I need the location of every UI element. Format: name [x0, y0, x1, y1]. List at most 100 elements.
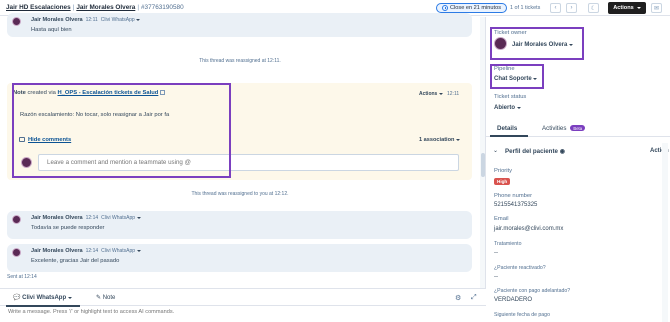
eye-icon: ◉: [559, 148, 566, 155]
breadcrumb-separator: |: [72, 4, 75, 11]
note-prefix: Note: [13, 90, 26, 97]
message-bubble: Jair Morales Olvera 12:11 Clivi WhatsApp H…: [7, 13, 472, 37]
message-channel: Clivi WhatsApp: [101, 215, 136, 221]
moon-icon[interactable]: ☾: [588, 3, 599, 13]
owner-dropdown[interactable]: Jair Morales Olvera: [512, 42, 574, 48]
breadcrumb-separator: |: [137, 4, 139, 11]
workflow-link[interactable]: H_OPS - Escalación tickets de Salud: [58, 90, 159, 96]
status-label: Ticket status: [494, 94, 527, 100]
tab-activities[interactable]: Activities Beta: [542, 125, 586, 132]
chevron-left-icon[interactable]: ‹: [550, 3, 561, 13]
chevron-down-icon[interactable]: [136, 217, 141, 219]
phone-value[interactable]: 5215541375325: [494, 202, 537, 208]
avatar: [21, 157, 32, 168]
chevron-down-icon: [569, 44, 574, 46]
priority-label: Priority: [494, 168, 513, 174]
pipeline-value: Chat Soporte: [494, 76, 532, 82]
chevron-down-icon[interactable]: [136, 250, 141, 252]
message-text: Excelente, gracias Jair del pasado: [31, 258, 120, 264]
sent-at-text: Sent at 12:14: [7, 274, 37, 280]
breadcrumb-pipeline-link[interactable]: Jair HD Escalaciones: [6, 4, 71, 11]
avatar: [494, 37, 507, 50]
breadcrumb: Jair HD Escalaciones | Jair Morales Olvera…: [6, 4, 184, 11]
chevron-down-icon[interactable]: [136, 19, 141, 21]
tab-details[interactable]: Details: [497, 125, 517, 132]
associations-dropdown[interactable]: 1 association: [419, 137, 461, 143]
tab-activities-label: Activities: [542, 125, 567, 132]
comment-input[interactable]: [38, 154, 459, 171]
section-title-text: Perfil del paciente: [505, 148, 558, 155]
message-author: Jair Morales Olvera: [31, 248, 83, 254]
message-composer-input[interactable]: [8, 309, 478, 315]
message-channel: Clivi WhatsApp: [101, 248, 136, 254]
note-time: 12:11: [447, 91, 460, 97]
owner-label: Ticket owner: [494, 30, 527, 36]
next-payment-label: Siguiente fecha de pago: [494, 312, 550, 318]
hide-comments-label: Hide comments: [28, 137, 72, 144]
close-timer-badge[interactable]: Close en 21 minutos: [436, 3, 507, 13]
treatment-value[interactable]: --: [494, 250, 498, 256]
actions-button[interactable]: Actions: [608, 2, 646, 14]
chevron-down-icon: [67, 297, 72, 299]
note-actions-menu[interactable]: Actions: [419, 91, 443, 97]
message-text: Todavía se puede responder: [31, 225, 105, 231]
chevron-down-icon: ⌄: [493, 148, 499, 154]
associations-label: 1 association: [419, 137, 455, 143]
owner-value: Jair Morales Olvera: [512, 42, 568, 48]
sidebar-scrollbar[interactable]: [662, 143, 668, 322]
section-header-perfil[interactable]: ⌄ Perfil del paciente ◉ Action: [486, 145, 670, 159]
actions-label: Actions: [613, 5, 634, 11]
conversation-thread: Jair Morales Olvera 12:11 Clivi WhatsApp H…: [0, 13, 480, 288]
tab-channel-whatsapp[interactable]: 💬 Clivi WhatsApp: [13, 294, 72, 301]
hide-comments-link[interactable]: Hide comments: [19, 137, 71, 143]
scrollbar-thumb[interactable]: [481, 153, 485, 177]
beta-badge: Beta: [570, 125, 586, 132]
breadcrumb-contact-link[interactable]: Jair Morales Olvera: [76, 4, 135, 11]
active-tab-indicator: [6, 305, 80, 307]
ticket-number: #37763190580: [140, 4, 184, 11]
reactivated-label: ¿Paciente reactivado?: [494, 265, 546, 271]
message-bubble: Jair Morales Olvera 12:14 Clivi WhatsApp T…: [7, 211, 472, 239]
message-time: 12:11: [85, 17, 98, 23]
note-body: Razón escalamiento: No tocar, solo reasi…: [20, 112, 170, 118]
section-title: Perfil del paciente ◉: [505, 148, 565, 155]
advance-payment-label: ¿Paciente con pago adelantado?: [494, 288, 571, 294]
message-meta: Jair Morales Olvera 12:14 Clivi WhatsApp: [31, 248, 141, 254]
email-value[interactable]: jair.morales@clivi.com.mx: [494, 226, 563, 232]
chevron-right-icon[interactable]: ›: [566, 3, 577, 13]
message-meta: Jair Morales Olvera 12:14 Clivi WhatsApp: [31, 215, 141, 221]
avatar: [12, 248, 21, 257]
message-channel: Clivi WhatsApp: [100, 17, 135, 23]
status-dropdown[interactable]: Abierto: [494, 105, 521, 111]
message-text: Hasta aquí bien: [31, 27, 72, 33]
tab-note-label: Note: [102, 295, 116, 301]
chevron-down-icon: [636, 7, 641, 9]
pipeline-label: Pipeline: [494, 66, 515, 72]
chevron-down-icon: [456, 139, 461, 141]
pipeline-dropdown[interactable]: Chat Soporte: [494, 76, 538, 82]
expand-icon[interactable]: ⤢: [471, 294, 477, 302]
chevron-down-icon: [438, 93, 443, 95]
priority-badge[interactable]: High: [494, 178, 511, 185]
treatment-label: Tratamiento: [494, 241, 522, 247]
note-header: Note created via H_OPS - Escalación tick…: [13, 90, 166, 97]
message-meta: Jair Morales Olvera 12:11 Clivi WhatsApp: [31, 17, 141, 23]
reactivated-value[interactable]: --: [494, 274, 498, 280]
tab-channel-label: Clivi WhatsApp: [22, 295, 67, 301]
chevron-down-icon: [516, 107, 521, 109]
note-actions-label: Actions: [419, 91, 438, 97]
message-author: Jair Morales Olvera: [31, 215, 83, 221]
message-time: 12:14: [85, 215, 99, 221]
message-bubble: Jair Morales Olvera 12:14 Clivi WhatsApp E…: [7, 244, 472, 272]
system-event: This thread was reassigned to you at 12:…: [191, 191, 289, 197]
advance-payment-value[interactable]: VERDADERO: [494, 297, 532, 303]
note-created-via: created via: [27, 90, 56, 97]
message-time: 12:14: [85, 248, 99, 254]
external-link-icon[interactable]: [160, 90, 166, 95]
gear-icon[interactable]: ⚙: [455, 294, 461, 302]
sidebar-tabs: Details Activities Beta: [486, 121, 670, 137]
status-value: Abierto: [494, 105, 515, 111]
email-icon[interactable]: ✉: [651, 3, 662, 13]
tab-note[interactable]: ✎ Note: [96, 294, 115, 301]
close-timer-text: Close en 21 minutos: [450, 5, 501, 11]
